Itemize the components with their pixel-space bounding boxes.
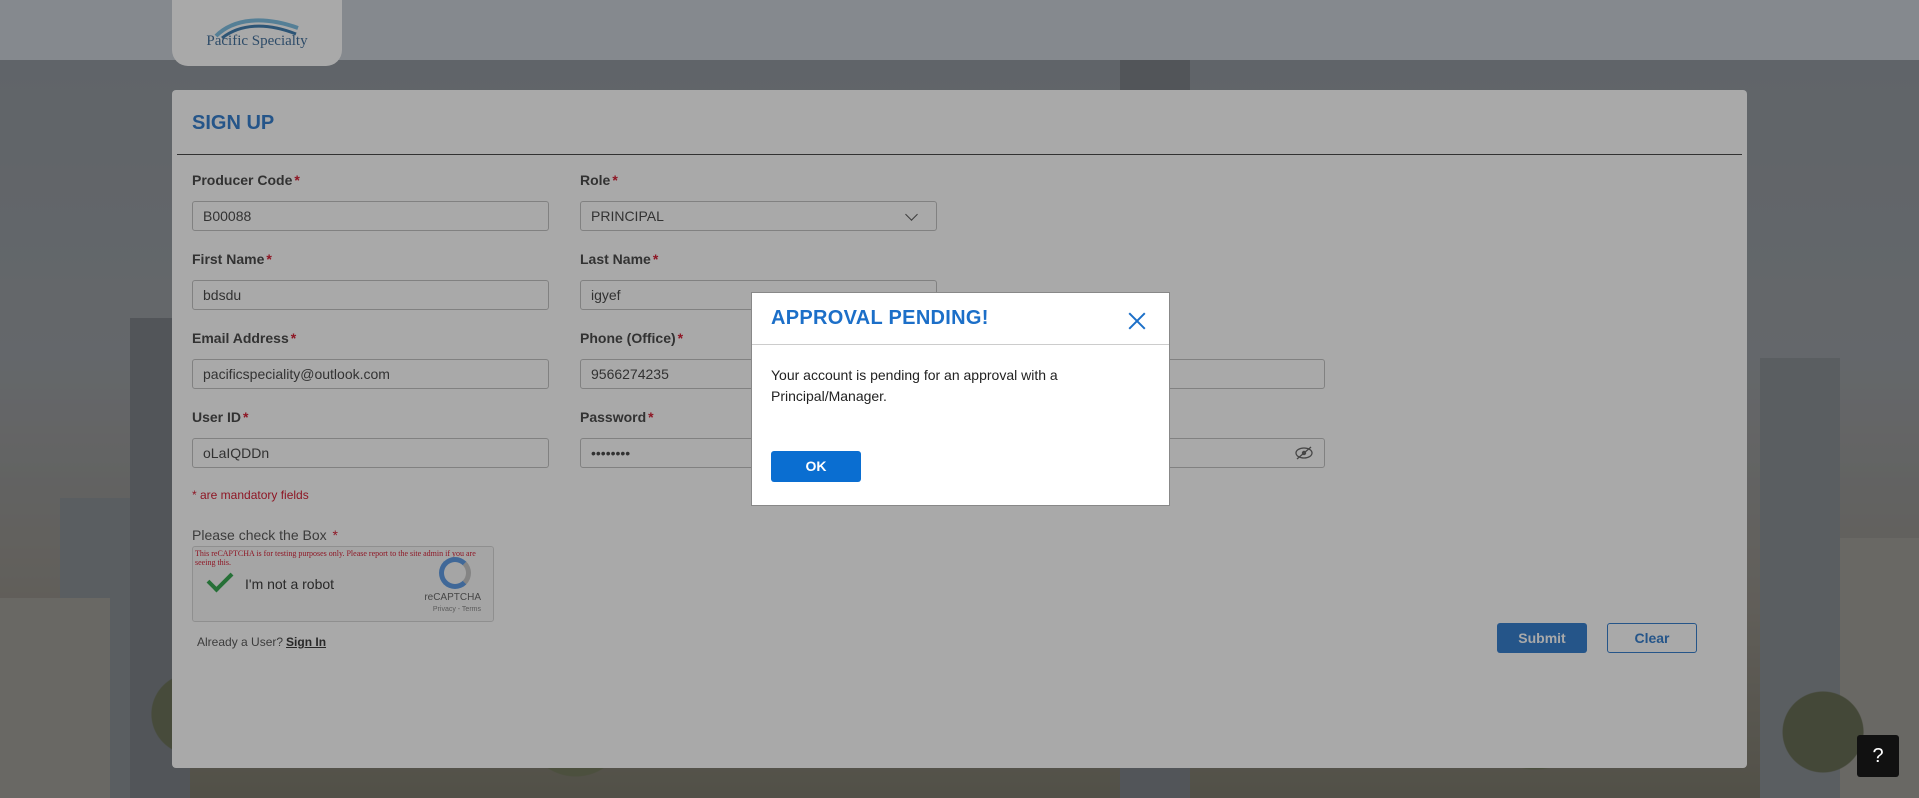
help-button[interactable]: ? xyxy=(1857,735,1899,777)
dialog-message: Your account is pending for an approval … xyxy=(771,367,1058,404)
dialog-divider xyxy=(752,344,1169,345)
dialog-title: APPROVAL PENDING! xyxy=(771,307,989,329)
approval-dialog: APPROVAL PENDING! Your account is pendin… xyxy=(751,292,1170,506)
close-icon[interactable] xyxy=(1127,311,1147,331)
ok-button[interactable]: OK xyxy=(771,451,861,482)
